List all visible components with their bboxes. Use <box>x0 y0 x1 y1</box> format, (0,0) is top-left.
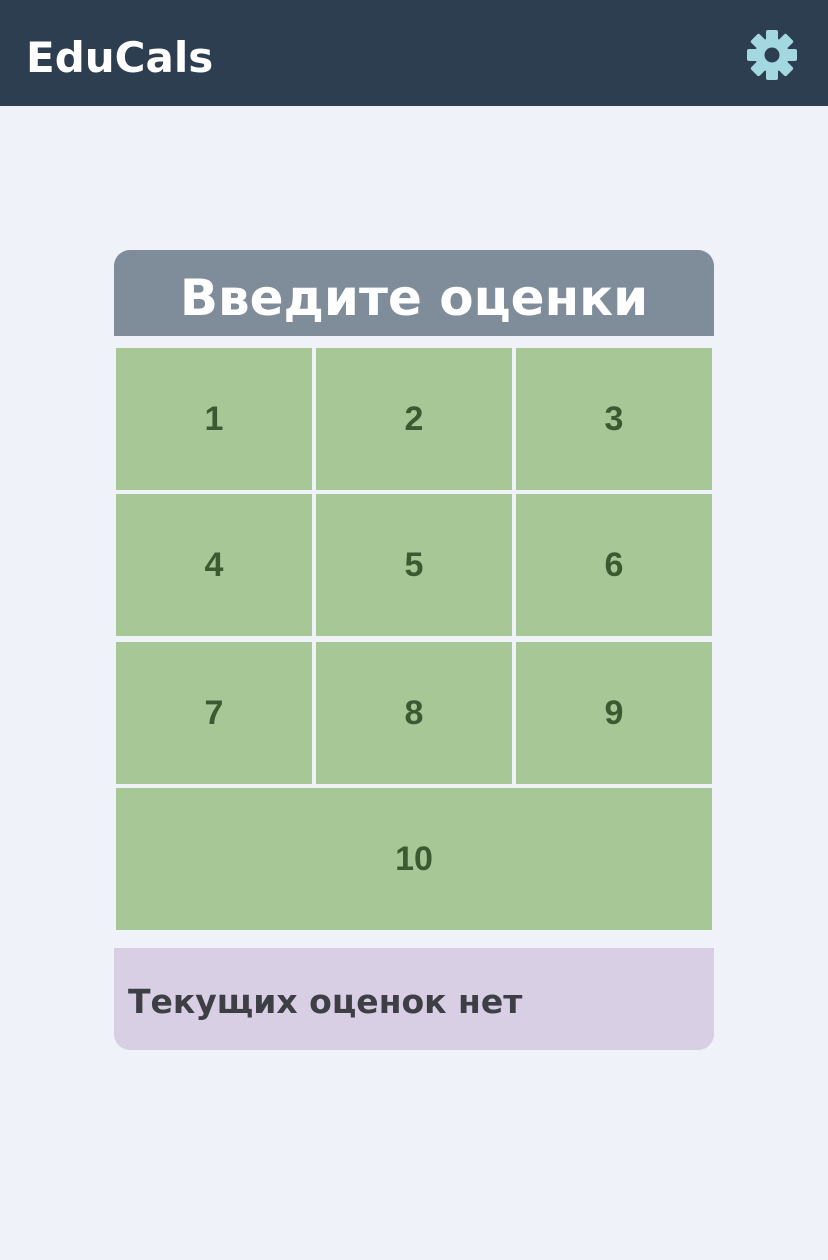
grade-key-6[interactable]: 6 <box>516 494 712 636</box>
app-logo: EduCals <box>26 33 214 82</box>
grade-keypad: 1 2 3 4 5 6 7 8 9 10 <box>114 346 714 942</box>
grade-key-4[interactable]: 4 <box>116 494 312 636</box>
settings-button[interactable] <box>746 29 798 81</box>
current-grades-status: Текущих оценок нет <box>114 948 714 1050</box>
grade-key-10[interactable]: 10 <box>116 788 712 930</box>
grade-key-5[interactable]: 5 <box>316 494 512 636</box>
grade-key-9[interactable]: 9 <box>516 642 712 784</box>
grade-key-7[interactable]: 7 <box>116 642 312 784</box>
grade-key-3[interactable]: 3 <box>516 348 712 490</box>
app-header: EduCals <box>0 0 828 106</box>
grade-key-8[interactable]: 8 <box>316 642 512 784</box>
grades-card: Введите оценки 1 2 3 4 5 6 7 8 9 10 <box>114 250 714 942</box>
grade-key-2[interactable]: 2 <box>316 348 512 490</box>
grade-key-1[interactable]: 1 <box>116 348 312 490</box>
grades-title: Введите оценки <box>114 250 714 336</box>
gear-icon <box>747 30 797 80</box>
